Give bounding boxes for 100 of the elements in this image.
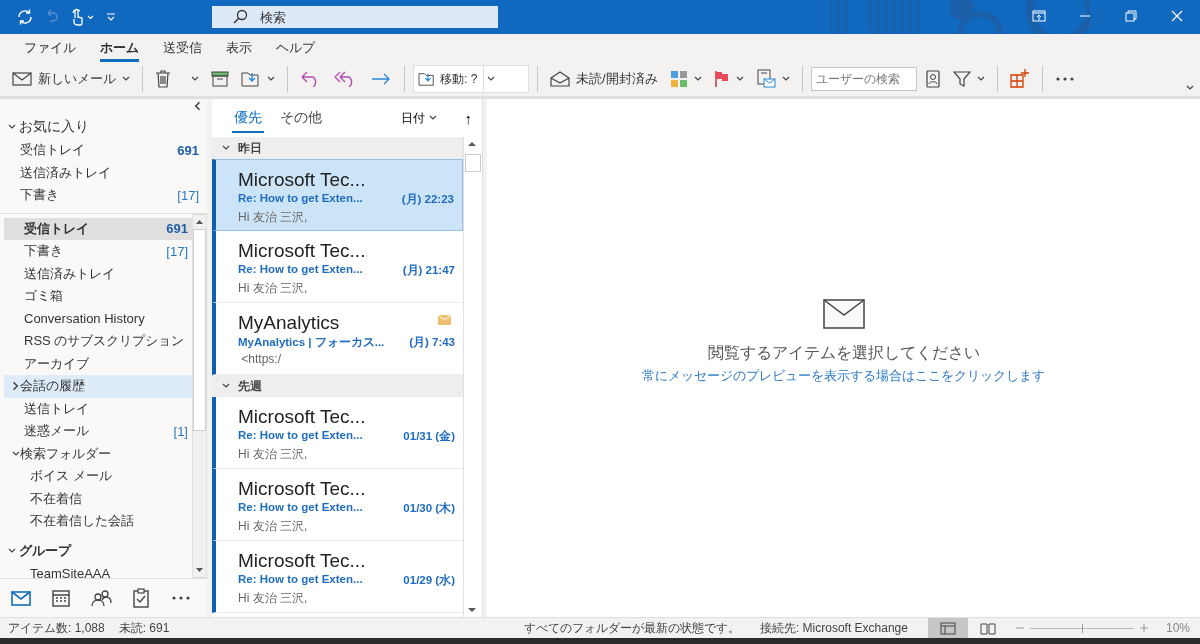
ribbon-tab[interactable]: 表示: [214, 38, 264, 62]
message-subject: Re: How to get Exten...: [238, 501, 363, 515]
message-sender: Microsoft Tec...: [238, 168, 367, 192]
message-preview: Hi 友治 三沢,: [238, 209, 309, 226]
expand-chevron-icon: [8, 547, 16, 554]
folder-item[interactable]: TeamSiteAAA: [4, 562, 192, 578]
reading-pane-message: 閲覧するアイテムを選択してください: [707, 343, 980, 363]
expand-chevron-icon: [222, 383, 230, 389]
forward-arrow-icon: [370, 71, 392, 87]
envelope-icon: [822, 299, 865, 329]
chevron-down-icon: [486, 76, 495, 82]
folder-scrollbar[interactable]: [192, 213, 207, 578]
folder-item[interactable]: 下書き [17]: [0, 184, 207, 207]
expand-chevron-icon: [8, 124, 16, 130]
mail-list-tab[interactable]: 優先: [232, 105, 264, 131]
ribbon-tab[interactable]: ヘルプ: [264, 38, 327, 62]
chevron-down-icon: [781, 76, 790, 82]
message-subject: Re: How to get Exten...: [238, 573, 363, 587]
sort-direction-button[interactable]: ↑: [464, 109, 472, 127]
color-grid-icon: [669, 70, 688, 88]
message-sender: Microsoft Tec...: [238, 239, 367, 263]
item-count: [1]: [173, 423, 188, 439]
expand-chevron-icon: [222, 145, 230, 151]
sync-icon[interactable]: [16, 8, 34, 26]
people-search-field[interactable]: ユーザーの検索: [810, 67, 917, 91]
folder-item[interactable]: 不在着信した会話: [4, 510, 192, 533]
read-unread-button[interactable]: 未読/開封済み: [546, 65, 662, 93]
folder-item[interactable]: 送信トレイ: [4, 397, 192, 420]
trash-icon: [155, 70, 171, 88]
folder-item[interactable]: RSS のサブスクリプション: [4, 330, 192, 353]
folder-item[interactable]: 検索フォルダー: [4, 442, 192, 465]
folder-item[interactable]: 受信トレイ 691: [0, 139, 207, 162]
message-subject: Re: How to get Exten...: [238, 263, 363, 277]
folder-item[interactable]: 下書き [17]: [4, 240, 192, 263]
message-time: (月) 22:23: [401, 192, 454, 207]
book-icon: [979, 621, 996, 635]
customize-icon[interactable]: [106, 12, 116, 22]
folder-item[interactable]: 迷惑メール [1]: [4, 420, 192, 443]
open-envelope-icon: [550, 71, 570, 87]
message-subject: Re: How to get Exten...: [238, 429, 363, 443]
groups-header[interactable]: グループ: [0, 538, 192, 563]
collapse-pane-icon[interactable]: [193, 101, 201, 111]
folder-arrow-icon: [418, 71, 436, 87]
message-sender: MyAnalytics: [238, 311, 341, 335]
message-time: 01/31 (金): [403, 429, 455, 444]
item-count: 691: [177, 142, 199, 158]
favorites-header[interactable]: お気に入り: [0, 115, 207, 139]
scroll-thumb[interactable]: [193, 228, 206, 431]
message-preview: Hi 友治 三沢,: [238, 446, 309, 463]
expand-chevron-icon: [12, 450, 20, 457]
chevron-down-icon: [693, 76, 702, 82]
sort-button[interactable]: 日付: [394, 108, 443, 128]
folder-item[interactable]: 会話の履歴: [4, 375, 192, 398]
message-item[interactable]: Microsoft Tec... Re: How to get Exten... (月) 22:23 Hi 友治 三沢,: [212, 159, 463, 231]
message-sender: Microsoft Tec...: [238, 405, 367, 429]
connection-text: 接続先: Microsoft Exchange: [759, 619, 908, 637]
people-icon[interactable]: [90, 587, 112, 609]
folder-item[interactable]: 不在着信: [4, 487, 192, 510]
folder-item[interactable]: Conversation History: [4, 307, 192, 330]
message-sender: Microsoft Tec...: [238, 549, 367, 573]
more-icon: [1054, 76, 1075, 82]
zoom-in-icon[interactable]: [1139, 624, 1148, 632]
preview-link[interactable]: 常にメッセージのプレビューを表示する場合はここをクリックします: [642, 368, 1045, 385]
view-button[interactable]: [927, 618, 968, 638]
clipboard-check-icon[interactable]: [130, 587, 152, 609]
folder-item[interactable]: 送信済みトレイ: [4, 262, 192, 285]
message-time: 01/30 (木): [403, 501, 455, 516]
mail-list-tab[interactable]: その他: [278, 105, 324, 131]
group-header[interactable]: 昨日: [212, 137, 463, 159]
message-preview: <https:/: [240, 352, 283, 366]
folder-item[interactable]: 受信トレイ 691: [4, 217, 192, 240]
unread-count-text: 未読: 691: [118, 619, 170, 637]
folder-item[interactable]: 送信済みトレイ: [0, 161, 207, 184]
message-time: (月) 21:47: [402, 263, 455, 278]
folder-item[interactable]: ゴミ箱: [4, 285, 192, 308]
ribbon-tab[interactable]: ホーム: [88, 38, 151, 62]
item-count: [17]: [177, 187, 199, 203]
message-subject: Re: How to get Exten...: [238, 192, 363, 206]
message-scrollbar[interactable]: [463, 137, 482, 617]
document-envelope-icon: [755, 69, 776, 89]
message-time: 01/29 (水): [403, 573, 455, 588]
chevron-down-icon: [267, 76, 275, 82]
new-mail-button[interactable]: 新しいメール: [8, 65, 134, 93]
group-header[interactable]: 先週: [212, 375, 463, 397]
chevron-down-icon: [191, 76, 199, 82]
touch-icon[interactable]: [70, 8, 96, 26]
collapsed-chevron-icon: [12, 381, 20, 392]
ribbon-tab[interactable]: 送受信: [151, 38, 214, 62]
message-preview: Hi 友治 三沢,: [238, 280, 309, 297]
calendar-icon[interactable]: [50, 587, 72, 609]
message-sender: Microsoft Tec...: [238, 477, 367, 501]
item-count: 691: [166, 221, 188, 237]
search-field[interactable]: 検索: [212, 6, 498, 28]
scroll-thumb[interactable]: [465, 154, 481, 172]
move-dropdown[interactable]: 移動: ?: [413, 65, 529, 93]
folder-item[interactable]: ボイス メール: [4, 465, 192, 488]
envelope-icon: [12, 72, 32, 86]
folder-item[interactable]: アーカイブ: [4, 352, 192, 375]
message-subject: MyAnalytics | フォーカス...: [238, 335, 385, 350]
ribbon-tab[interactable]: ファイル: [12, 38, 88, 62]
